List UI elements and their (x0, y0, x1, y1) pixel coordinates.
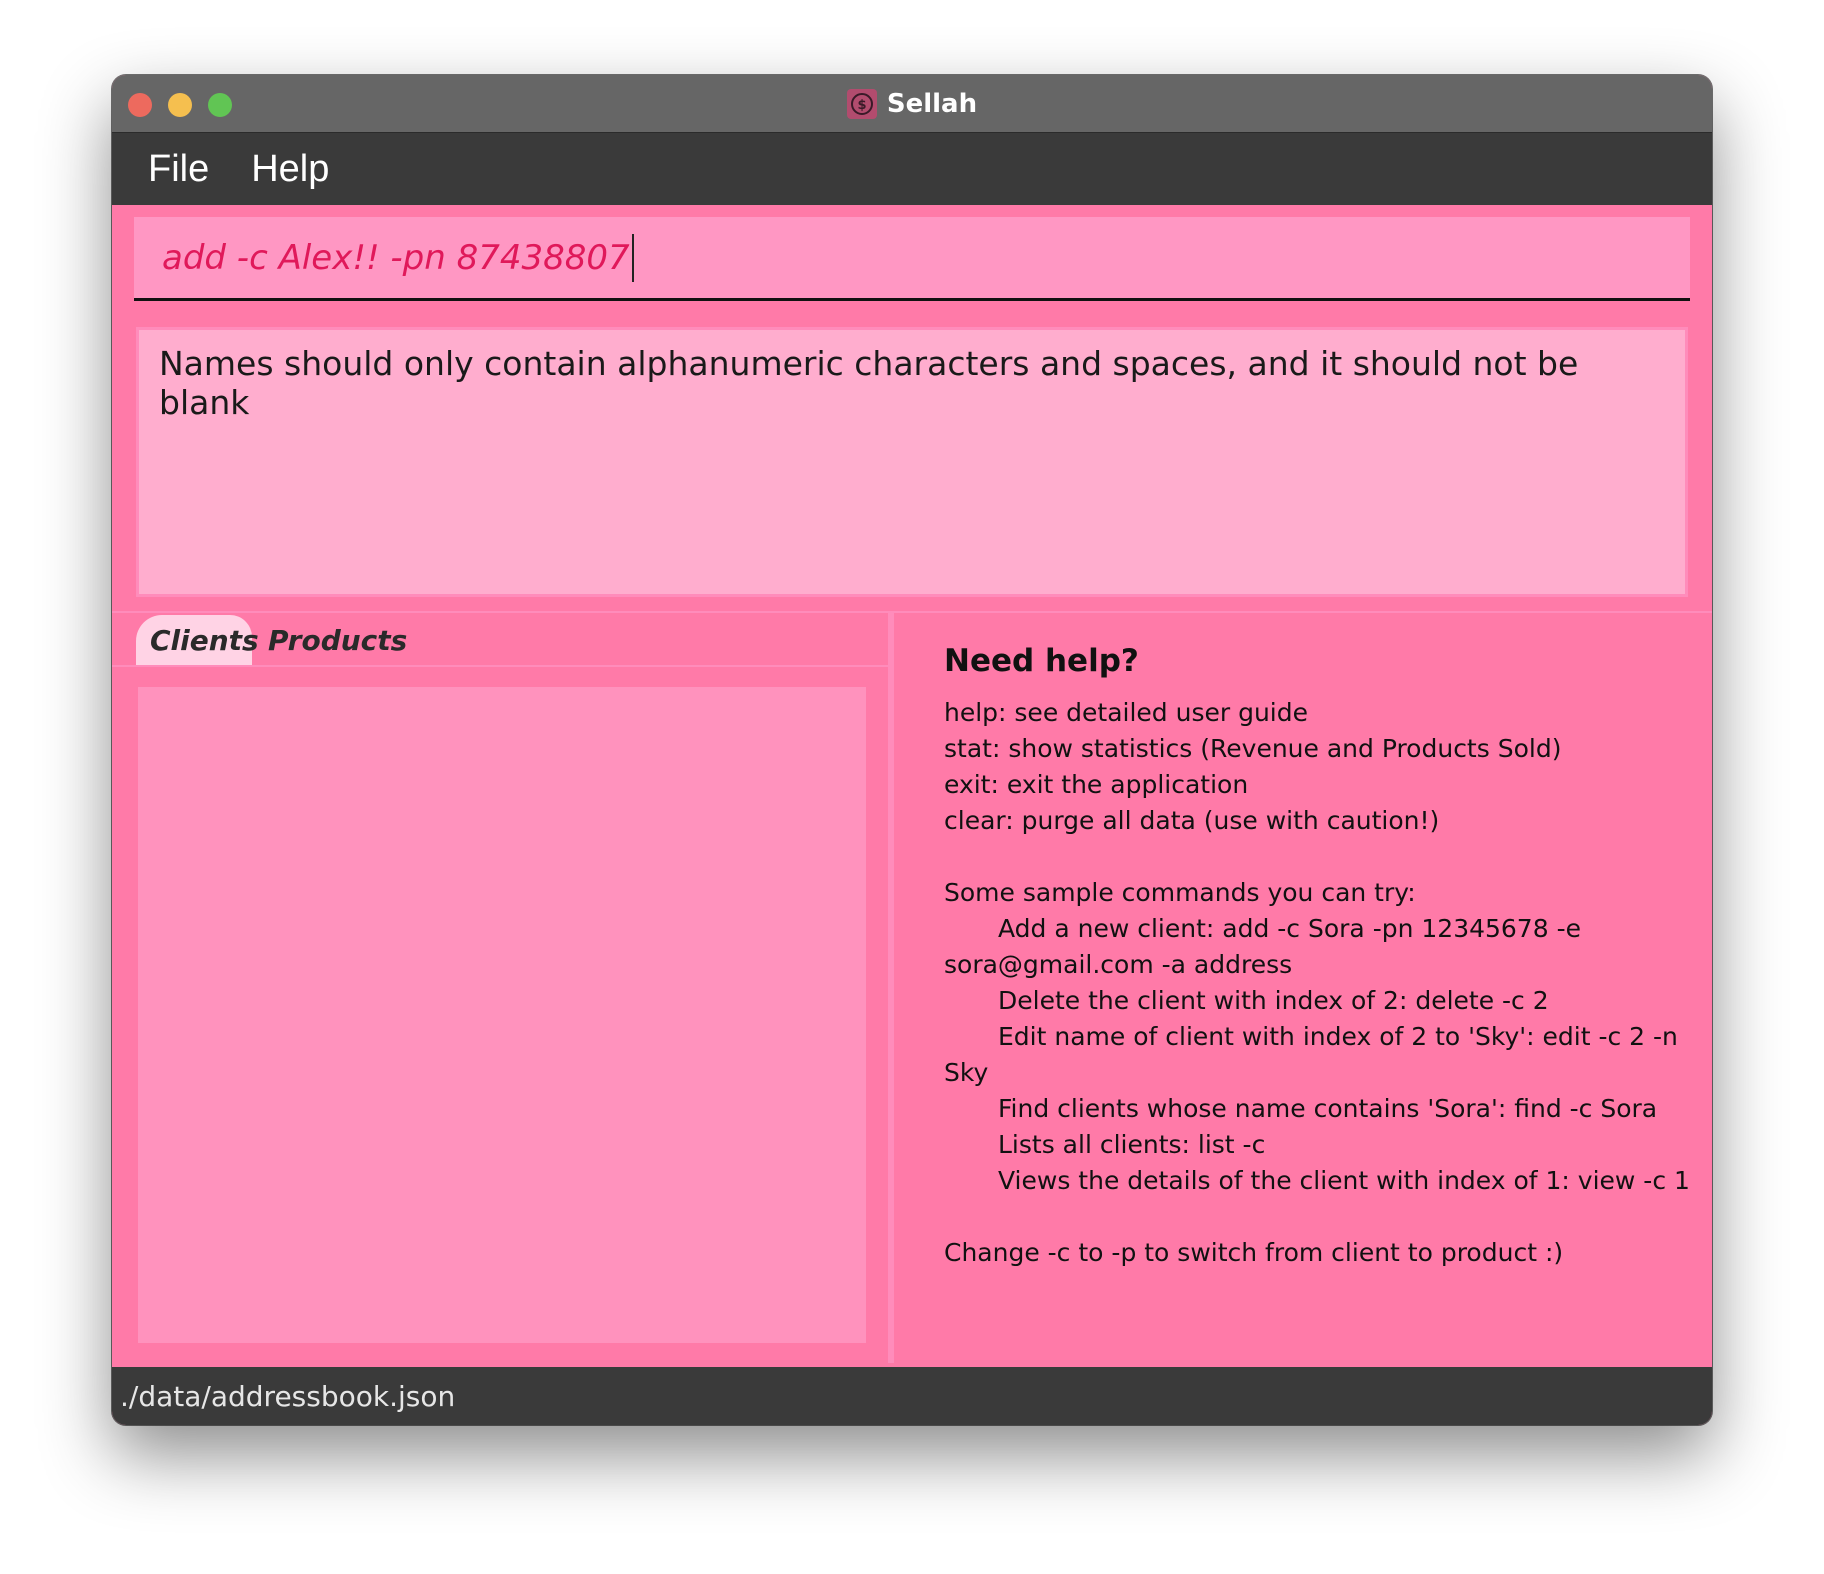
svg-text:$: $ (857, 98, 866, 113)
help-spacer (944, 1199, 1692, 1235)
help-line: help: see detailed user guide (944, 698, 1308, 727)
save-file-path: ./data/addressbook.json (120, 1379, 456, 1413)
help-body: help: see detailed user guide stat: show… (944, 695, 1692, 1271)
menu-help[interactable]: Help (251, 148, 329, 191)
help-line: Some sample commands you can try: (944, 878, 1416, 907)
help-pane: Need help? help: see detailed user guide… (894, 613, 1712, 1363)
help-line: Lists all clients: list -c (998, 1130, 1266, 1159)
title-bar: $ Sellah (112, 75, 1712, 133)
app-window: $ Sellah File Help add -c Alex!! -pn 874… (112, 75, 1712, 1425)
menu-bar: File Help (112, 133, 1712, 205)
help-line: clear: purge all data (use with caution!… (944, 806, 1440, 835)
help-line: Find clients whose name contains 'Sora':… (998, 1094, 1658, 1123)
help-line: exit: exit the application (944, 770, 1249, 799)
help-line: Change -c to -p to switch from client to… (944, 1238, 1564, 1267)
tab-products[interactable]: Products (268, 615, 407, 665)
menu-file[interactable]: File (148, 148, 209, 191)
help-line: Delete the client with index of 2: delet… (998, 986, 1549, 1015)
help-line: stat: show statistics (Revenue and Produ… (944, 734, 1562, 763)
title-group: $ Sellah (112, 75, 1712, 132)
help-title: Need help? (944, 643, 1139, 679)
tab-strip: Clients Products (112, 613, 888, 667)
status-bar: ./data/addressbook.json (112, 1367, 1712, 1425)
help-line: Edit name of client with index of 2 to '… (944, 1022, 1678, 1087)
dollar-coin-icon: $ (846, 88, 877, 119)
window-title: Sellah (886, 88, 978, 119)
help-line: Add a new client: add -c Sora -pn 123456… (944, 914, 1581, 979)
command-input[interactable]: add -c Alex!! -pn 87438807 (134, 217, 1690, 301)
tab-clients[interactable]: Clients (136, 615, 259, 665)
text-caret (631, 233, 634, 282)
result-message: Names should only contain alphanumeric c… (159, 344, 1579, 422)
command-area: add -c Alex!! -pn 87438807 (112, 205, 1712, 309)
list-pane: Clients Products (112, 613, 888, 1363)
result-display[interactable]: Names should only contain alphanumeric c… (136, 327, 1688, 597)
help-spacer (944, 839, 1692, 875)
client-list-panel[interactable] (138, 687, 866, 1343)
command-input-value: add -c Alex!! -pn 87438807 (162, 237, 630, 278)
help-line: Views the details of the client with ind… (998, 1166, 1690, 1195)
